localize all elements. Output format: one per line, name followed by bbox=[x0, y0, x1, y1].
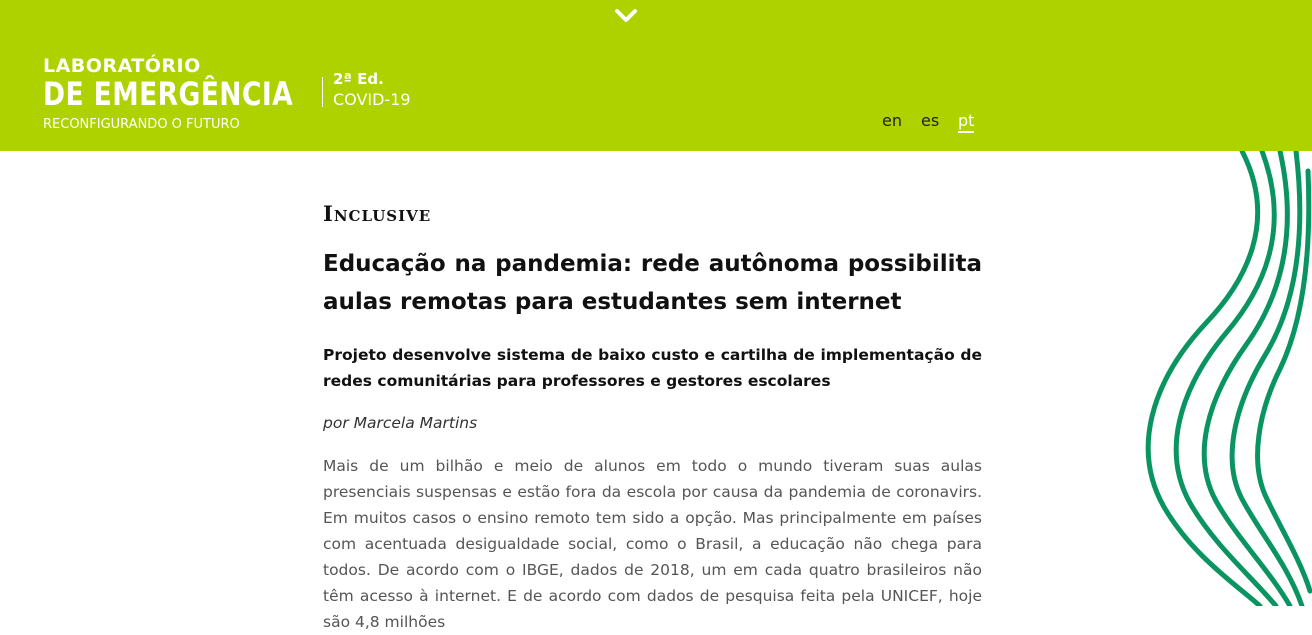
article-subtitle: Projeto desenvolve sistema de baixo cust… bbox=[323, 346, 982, 390]
logo-divider bbox=[322, 77, 323, 107]
article-byline: por Marcela Martins bbox=[323, 414, 478, 432]
lang-pt-link[interactable]: pt bbox=[958, 111, 975, 133]
wavy-lines-decoration bbox=[1145, 151, 1312, 606]
site-header: LABORATÓRIO DE EMERGÊNCIA 2ª Ed. COVID-1… bbox=[0, 0, 1312, 151]
article: Inclusive Educação na pandemia: rede aut… bbox=[323, 200, 982, 635]
section-label[interactable]: Inclusive bbox=[323, 200, 982, 228]
lang-es-link[interactable]: es bbox=[921, 111, 939, 130]
lang-en-link[interactable]: en bbox=[882, 111, 902, 130]
article-body: Mais de um bilhão e meio de alunos em to… bbox=[323, 457, 982, 631]
logo-covid: COVID-19 bbox=[333, 90, 411, 109]
article-title: Educação na pandemia: rede autônoma poss… bbox=[323, 251, 982, 315]
logo-title-line1: LABORATÓRIO bbox=[43, 55, 201, 77]
logo-tagline: RECONFIGURANDO O FUTURO bbox=[43, 117, 240, 132]
chevron-down-icon[interactable] bbox=[614, 6, 638, 26]
logo-title-line2: DE EMERGÊNCIA bbox=[43, 75, 294, 113]
logo-edition: 2ª Ed. bbox=[333, 70, 384, 88]
